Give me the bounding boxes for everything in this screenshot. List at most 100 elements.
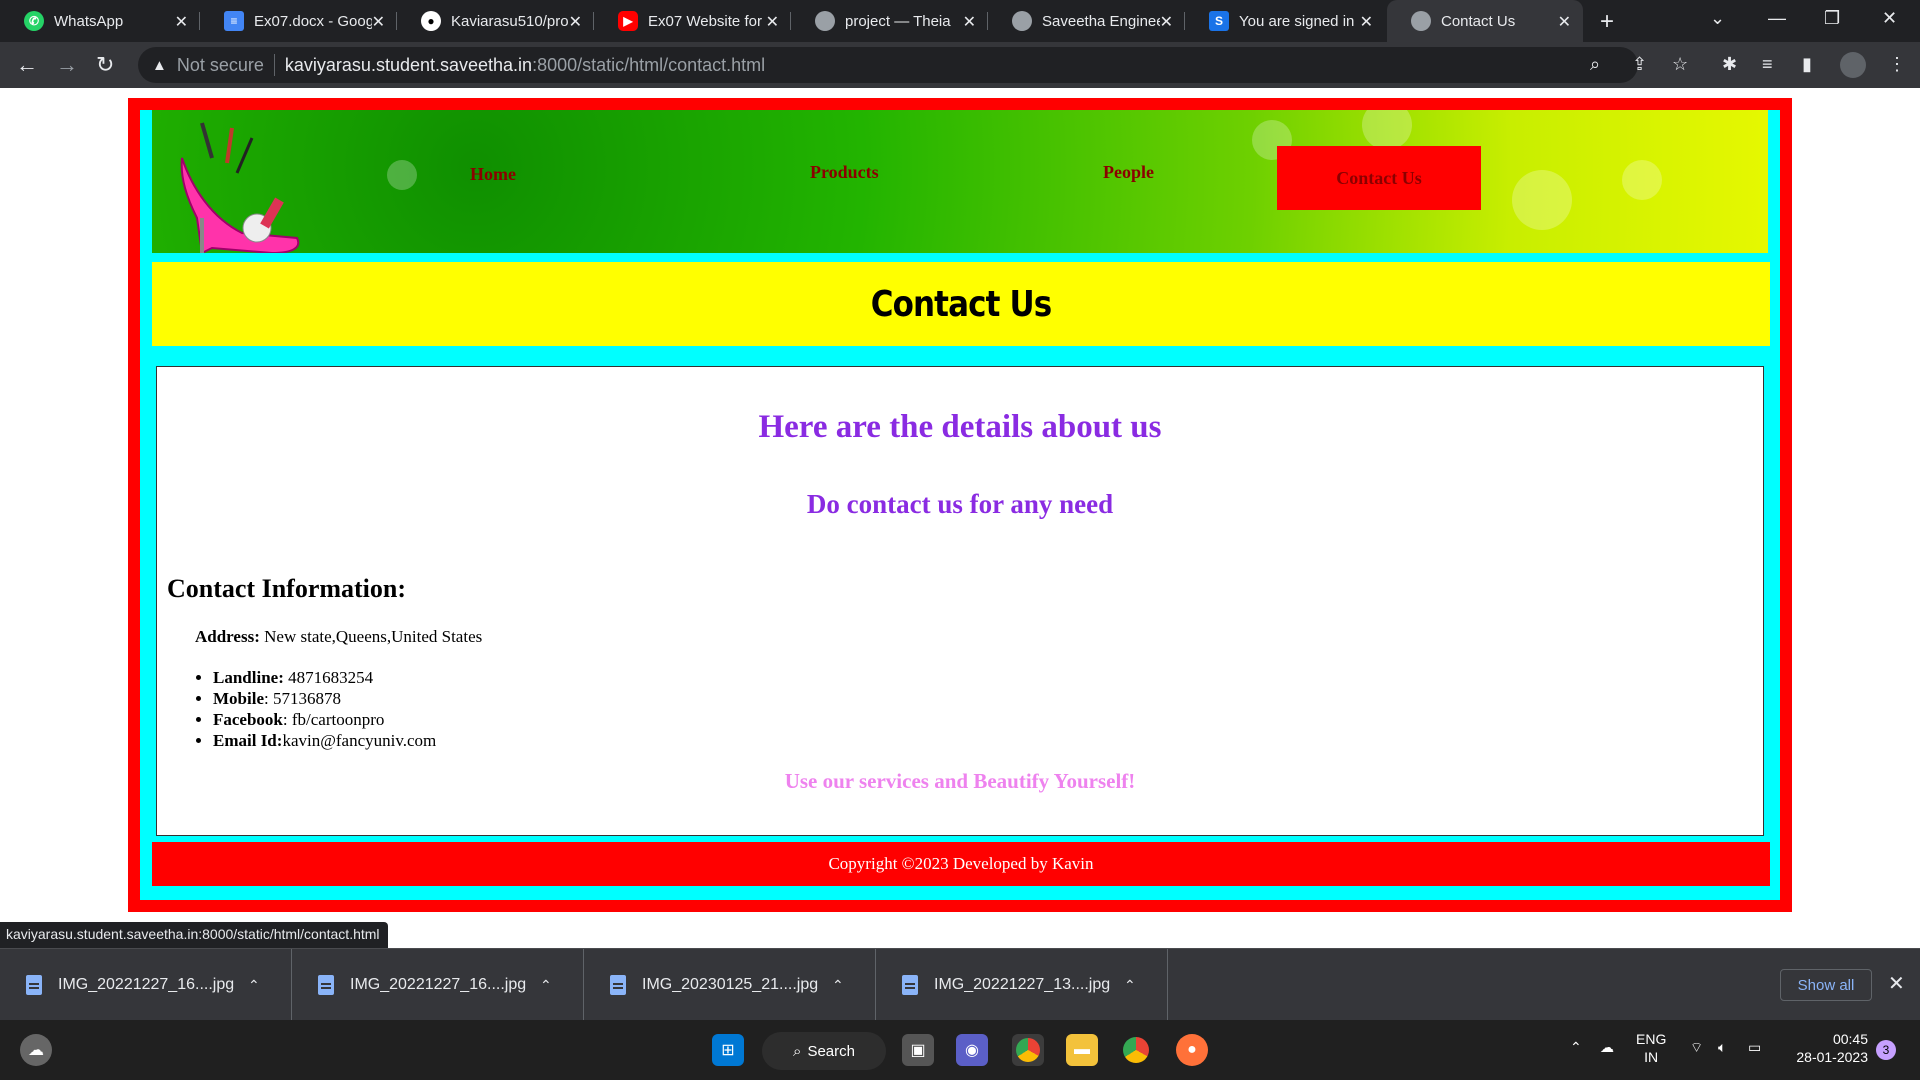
email-value: kavin@fancyuniv.com bbox=[282, 731, 437, 750]
nav-products-link[interactable]: Products bbox=[810, 162, 879, 183]
download-shelf: IMG_20221227_16....jpg ⌃ IMG_20221227_16… bbox=[0, 948, 1920, 1021]
mobile-label: Mobile bbox=[213, 689, 264, 708]
download-item[interactable]: IMG_20230125_21....jpg ⌃ bbox=[584, 949, 876, 1021]
tab-strip: ✆ WhatsApp ✕ ≡ Ex07.docx - Goog ✕ ● Kavi… bbox=[0, 0, 1920, 42]
profile-avatar[interactable] bbox=[1840, 52, 1866, 78]
new-tab-icon[interactable]: + bbox=[1600, 8, 1614, 36]
minimize-icon[interactable]: — bbox=[1768, 8, 1786, 29]
close-shelf-icon[interactable]: ✕ bbox=[1888, 971, 1905, 996]
email-label: Email Id: bbox=[213, 731, 283, 750]
address-bar[interactable]: ▲ Not secure kaviyarasu.student.saveetha… bbox=[138, 47, 1638, 83]
language-indicator[interactable]: ENG IN bbox=[1636, 1030, 1666, 1066]
firefox-icon[interactable]: ● bbox=[1176, 1034, 1208, 1066]
close-window-icon[interactable]: ✕ bbox=[1882, 8, 1897, 29]
globe-icon bbox=[815, 11, 835, 31]
download-item[interactable]: IMG_20221227_16....jpg ⌃ bbox=[292, 949, 584, 1021]
chrome-app-icon[interactable] bbox=[1012, 1034, 1044, 1066]
tab-theia[interactable]: project — Theia ✕ bbox=[791, 0, 988, 42]
tab-whatsapp[interactable]: ✆ WhatsApp ✕ bbox=[0, 0, 200, 42]
url-path: :8000/static/html/contact.html bbox=[532, 54, 766, 75]
onedrive-icon[interactable]: ☁ bbox=[1600, 1038, 1614, 1056]
bookmark-star-icon[interactable]: ☆ bbox=[1672, 54, 1688, 75]
chevron-up-icon[interactable]: ⌃ bbox=[540, 977, 552, 994]
tab-contact-us[interactable]: Contact Us ✕ bbox=[1387, 0, 1583, 42]
taskbar-search[interactable]: ⌕ Search bbox=[762, 1032, 886, 1070]
volume-icon[interactable]: 🔈︎ bbox=[1718, 1038, 1726, 1056]
extensions-icon[interactable]: ✱ bbox=[1722, 54, 1737, 75]
list-item: Landline: 4871683254 bbox=[213, 667, 436, 688]
high-heel-makeup-logo bbox=[180, 122, 300, 253]
tab-title: Ex07 Website for bbox=[648, 12, 762, 30]
forward-icon[interactable]: → bbox=[56, 52, 78, 78]
chrome-icon[interactable] bbox=[1120, 1034, 1152, 1066]
chevron-up-icon[interactable]: ⌃ bbox=[1570, 1038, 1582, 1056]
close-tab-icon[interactable]: ✕ bbox=[766, 12, 779, 32]
tab-youtube[interactable]: ▶ Ex07 Website for ✕ bbox=[594, 0, 791, 42]
tab-title: WhatsApp bbox=[54, 12, 124, 30]
teams-chat-icon[interactable]: ◉ bbox=[956, 1034, 988, 1066]
chevron-up-icon[interactable]: ⌃ bbox=[832, 977, 844, 994]
file-icon bbox=[26, 975, 42, 995]
tab-title: project — Theia bbox=[845, 12, 951, 30]
clock-date: 28-01-2023 bbox=[1796, 1049, 1868, 1065]
chevron-up-icon[interactable]: ⌃ bbox=[1124, 977, 1136, 994]
s-icon: S bbox=[1209, 11, 1229, 31]
region-code: IN bbox=[1644, 1049, 1659, 1065]
reload-icon[interactable]: ↻ bbox=[96, 52, 114, 78]
download-item[interactable]: IMG_20221227_16....jpg ⌃ bbox=[0, 949, 292, 1021]
warning-icon[interactable]: ▲ bbox=[152, 57, 167, 74]
close-tab-icon[interactable]: ✕ bbox=[963, 12, 976, 32]
download-filename: IMG_20230125_21....jpg bbox=[642, 976, 819, 993]
facebook-value: : fb/cartoonpro bbox=[282, 710, 385, 729]
download-filename: IMG_20221227_16....jpg bbox=[350, 976, 527, 993]
download-item[interactable]: IMG_20221227_13....jpg ⌃ bbox=[876, 949, 1168, 1021]
weather-icon[interactable]: ☁ bbox=[20, 1034, 52, 1066]
zoom-icon[interactable]: ⌕ bbox=[1590, 54, 1600, 75]
tab-title: Ex07.docx - Goog bbox=[254, 12, 372, 30]
nav-home-link[interactable]: Home bbox=[470, 164, 516, 185]
menu-icon[interactable]: ⋮ bbox=[1888, 54, 1906, 75]
contact-list: Landline: 4871683254 Mobile: 57136878 Fa… bbox=[213, 667, 436, 751]
tab-signed-in[interactable]: S You are signed in ✕ bbox=[1185, 0, 1385, 42]
url-host: kaviyarasu.student.saveetha.in bbox=[284, 54, 533, 75]
side-panel-icon[interactable]: ▮ bbox=[1802, 54, 1812, 75]
github-icon: ● bbox=[421, 11, 441, 31]
media-control-icon[interactable]: ≡ bbox=[1762, 54, 1773, 75]
tab-title: Kaviarasu510/pro bbox=[451, 12, 569, 30]
notification-badge[interactable]: 3 bbox=[1876, 1040, 1896, 1060]
tab-search-chevron-icon[interactable]: ⌄ bbox=[1710, 8, 1725, 29]
tab-github[interactable]: ● Kaviarasu510/pro ✕ bbox=[397, 0, 594, 42]
close-tab-icon[interactable]: ✕ bbox=[175, 12, 188, 32]
clock[interactable]: 00:45 28-01-2023 bbox=[1784, 1030, 1868, 1066]
site-header: Home Products People Contact Us bbox=[152, 110, 1768, 253]
nav-people-link[interactable]: People bbox=[1103, 162, 1154, 183]
globe-icon bbox=[1012, 11, 1032, 31]
chevron-up-icon[interactable]: ⌃ bbox=[248, 977, 260, 994]
site-footer: Copyright ©2023 Developed by Kavin bbox=[152, 842, 1770, 886]
start-icon[interactable]: ⊞ bbox=[712, 1034, 744, 1066]
close-tab-icon[interactable]: ✕ bbox=[569, 12, 582, 32]
google-docs-icon: ≡ bbox=[224, 11, 244, 31]
web-page: Home Products People Contact Us Contact … bbox=[0, 88, 1920, 948]
close-tab-icon[interactable]: ✕ bbox=[372, 12, 385, 32]
back-icon[interactable]: ← bbox=[16, 52, 38, 78]
tab-saveetha[interactable]: Saveetha Enginee ✕ bbox=[988, 0, 1185, 42]
page-inner: Home Products People Contact Us Contact … bbox=[140, 110, 1780, 900]
nav-contact-us-link[interactable]: Contact Us bbox=[1277, 146, 1481, 210]
close-tab-icon[interactable]: ✕ bbox=[1360, 12, 1373, 32]
download-filename: IMG_20221227_13....jpg bbox=[934, 976, 1111, 993]
address-line: Address: New state,Queens,United States bbox=[195, 627, 482, 647]
close-tab-icon[interactable]: ✕ bbox=[1160, 12, 1173, 32]
restore-icon[interactable]: ❐ bbox=[1824, 8, 1840, 29]
task-view-icon[interactable]: ▣ bbox=[902, 1034, 934, 1066]
security-label[interactable]: Not secure bbox=[177, 55, 264, 76]
close-tab-icon[interactable]: ✕ bbox=[1558, 12, 1571, 32]
file-icon bbox=[610, 975, 626, 995]
tab-docs[interactable]: ≡ Ex07.docx - Goog ✕ bbox=[200, 0, 397, 42]
wifi-icon[interactable]: ⌔ bbox=[1690, 1038, 1703, 1056]
file-explorer-icon[interactable]: ▬ bbox=[1066, 1034, 1098, 1066]
share-icon[interactable]: ⇪ bbox=[1632, 54, 1647, 75]
show-all-button[interactable]: Show all bbox=[1780, 969, 1872, 1001]
landline-value: 4871683254 bbox=[283, 668, 374, 687]
battery-icon[interactable]: ▭ bbox=[1748, 1038, 1761, 1056]
